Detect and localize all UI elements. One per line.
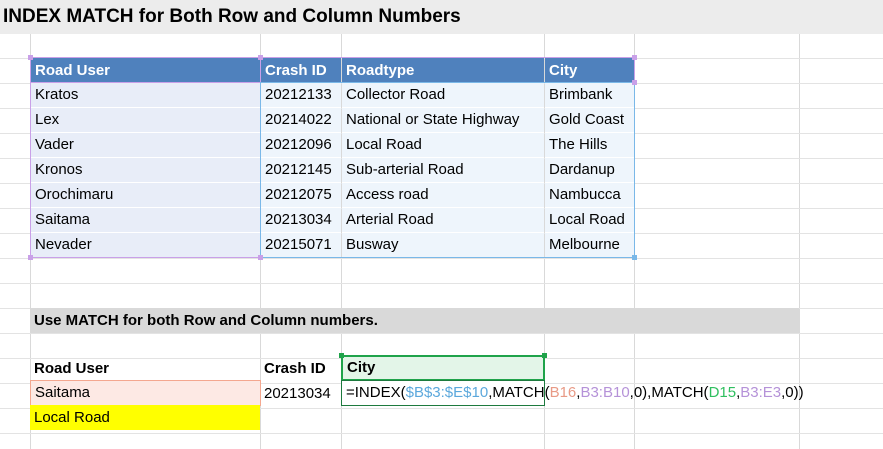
result-cell[interactable]: Local Road	[30, 405, 260, 430]
range-handle[interactable]	[258, 55, 263, 60]
gridline	[0, 258, 883, 259]
table-cell[interactable]: Gold Coast	[545, 108, 634, 132]
table-cell[interactable]: National or State Highway	[342, 108, 544, 132]
table-cell[interactable]: Local Road	[342, 133, 544, 157]
table-cell[interactable]: 20212075	[261, 183, 341, 207]
table-cell[interactable]: Kratos	[31, 83, 260, 107]
formula-cell[interactable]: =INDEX($B$3:$E$10,MATCH(B16,B3:B10,0),MA…	[341, 380, 804, 406]
table-cell[interactable]: Lex	[31, 108, 260, 132]
table-cell[interactable]: Busway	[342, 233, 544, 257]
road-user-input[interactable]: Saitama	[30, 380, 261, 406]
formula-text: =INDEX($B$3:$E$10,MATCH(B16,B3:B10,0),MA…	[346, 384, 804, 401]
range-handle[interactable]	[542, 353, 547, 358]
table-cell[interactable]: Access road	[342, 183, 544, 207]
table-cell[interactable]: 20212133	[261, 83, 341, 107]
crash-id-label[interactable]: Crash ID	[260, 356, 341, 381]
table-cell[interactable]: Kronos	[31, 158, 260, 182]
crash-id-value[interactable]: 20213034	[260, 381, 341, 406]
table-cell[interactable]: Collector Road	[342, 83, 544, 107]
table-cell[interactable]: Melbourne	[545, 233, 634, 257]
table-cell[interactable]: Orochimaru	[31, 183, 260, 207]
page-title: INDEX MATCH for Both Row and Column Numb…	[3, 6, 461, 27]
table-cell[interactable]: Brimbank	[545, 83, 634, 107]
gridline	[0, 333, 883, 334]
road-user-label[interactable]: Road User	[30, 356, 260, 381]
table-cell[interactable]: Arterial Road	[342, 208, 544, 232]
range-handle[interactable]	[632, 55, 637, 60]
table-cell[interactable]: 20213034	[261, 208, 341, 232]
table-cell[interactable]: Saitama	[31, 208, 260, 232]
table-cell[interactable]: Nambucca	[545, 183, 634, 207]
header-roadtype[interactable]: Roadtype	[342, 58, 544, 83]
table-cell[interactable]: Sub-arterial Road	[342, 158, 544, 182]
table-cell[interactable]: Local Road	[545, 208, 634, 232]
table-cell[interactable]: 20212145	[261, 158, 341, 182]
header-road-user[interactable]: Road User	[31, 58, 260, 83]
range-handle[interactable]	[632, 255, 637, 260]
range-handle[interactable]	[632, 80, 637, 85]
range-handle[interactable]	[339, 353, 344, 358]
city-lookup-header[interactable]: City	[341, 355, 545, 381]
table-cell[interactable]: 20215071	[261, 233, 341, 257]
range-handle[interactable]	[28, 55, 33, 60]
range-handle[interactable]	[28, 255, 33, 260]
gridline	[0, 433, 883, 434]
range-handle[interactable]	[258, 255, 263, 260]
section-banner: Use MATCH for both Row and Column number…	[30, 308, 799, 333]
table-cell[interactable]: 20214022	[261, 108, 341, 132]
table-cell[interactable]: Dardanup	[545, 158, 634, 182]
table-cell[interactable]: The Hills	[545, 133, 634, 157]
table-cell[interactable]: Nevader	[31, 233, 260, 257]
gridline	[0, 283, 883, 284]
title-bar: INDEX MATCH for Both Row and Column Numb…	[0, 0, 883, 34]
table-cell[interactable]: Vader	[31, 133, 260, 157]
header-city[interactable]: City	[545, 58, 634, 83]
header-crash-id[interactable]: Crash ID	[261, 58, 341, 83]
table-cell[interactable]: 20212096	[261, 133, 341, 157]
